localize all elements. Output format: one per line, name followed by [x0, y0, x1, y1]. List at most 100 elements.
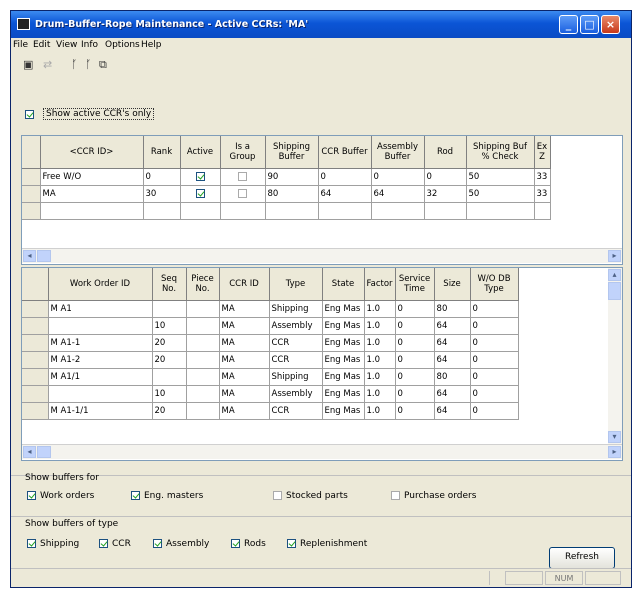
cell-service-time[interactable]: 0: [395, 385, 435, 403]
scroll-thumb[interactable]: [608, 282, 621, 300]
cell-rod[interactable]: 32: [424, 185, 467, 203]
cell-wo-db-type[interactable]: 0: [470, 334, 519, 352]
scroll-thumb[interactable]: [37, 446, 51, 458]
cell-piece-no[interactable]: [186, 317, 220, 335]
row-header[interactable]: [22, 334, 49, 352]
cell-work-order-id[interactable]: M A1-1: [48, 334, 153, 352]
col-piece-no[interactable]: Piece No.: [186, 268, 220, 301]
cell-empty[interactable]: [534, 202, 551, 220]
col-ccr-buffer[interactable]: CCR Buffer: [318, 136, 372, 169]
cell-seq-no[interactable]: 10: [152, 317, 187, 335]
cell-ccr-id[interactable]: MA: [219, 334, 270, 352]
cell-state[interactable]: Eng Mas: [322, 351, 365, 369]
col-wo-db-type[interactable]: W/O DB Type: [470, 268, 519, 301]
cell-ccr-id[interactable]: MA: [219, 385, 270, 403]
cell-piece-no[interactable]: [186, 385, 220, 403]
row-header[interactable]: [22, 300, 49, 318]
cell-factor[interactable]: 1.0: [364, 402, 396, 420]
col-assembly-buffer[interactable]: Assembly Buffer: [371, 136, 425, 169]
maximize-button[interactable]: □: [580, 15, 599, 34]
cell-empty[interactable]: [180, 202, 221, 220]
cell-service-time[interactable]: 0: [395, 351, 435, 369]
row-header[interactable]: [22, 202, 41, 220]
table-row[interactable]: M A1/1 MA Shipping Eng Mas 1.0 0 80 0: [22, 368, 519, 386]
stocked-parts-checkbox[interactable]: [273, 491, 282, 500]
cell-ccr-id[interactable]: Free W/O: [40, 168, 144, 186]
cell-size[interactable]: 64: [434, 402, 471, 420]
ccr-horizontal-scrollbar[interactable]: ◂ ▸: [22, 248, 622, 263]
col-rod[interactable]: Rod: [424, 136, 467, 169]
cell-service-time[interactable]: 0: [395, 402, 435, 420]
cell-empty[interactable]: [40, 202, 144, 220]
cell-factor[interactable]: 1.0: [364, 317, 396, 335]
close-button[interactable]: ×: [601, 15, 620, 34]
option-work-orders[interactable]: Work orders: [27, 491, 94, 501]
col-work-order-id[interactable]: Work Order ID: [48, 268, 153, 301]
cell-ccr-id[interactable]: MA: [219, 317, 270, 335]
row-header[interactable]: [22, 368, 49, 386]
cell-piece-no[interactable]: [186, 300, 220, 318]
cell-type[interactable]: Assembly: [269, 385, 323, 403]
active-only-checkbox[interactable]: [25, 110, 34, 119]
cell-empty[interactable]: [220, 202, 266, 220]
cell-ccr-id[interactable]: MA: [219, 402, 270, 420]
cell-wo-db-type[interactable]: 0: [470, 300, 519, 318]
cell-type[interactable]: Shipping: [269, 368, 323, 386]
menu-edit[interactable]: Edit: [33, 40, 50, 50]
cell-ccr-id[interactable]: MA: [219, 351, 270, 369]
scroll-right-icon[interactable]: ▸: [608, 446, 621, 458]
cell-assembly-buffer[interactable]: 0: [371, 168, 425, 186]
cell-state[interactable]: Eng Mas: [322, 368, 365, 386]
row-header[interactable]: [22, 402, 49, 420]
option-replenishment[interactable]: Replenishment: [287, 539, 367, 549]
cell-rank[interactable]: 0: [143, 168, 181, 186]
col-factor[interactable]: Factor: [364, 268, 396, 301]
cell-is-group[interactable]: [220, 168, 266, 186]
scroll-left-icon[interactable]: ◂: [23, 446, 36, 458]
cell-type[interactable]: Shipping: [269, 300, 323, 318]
table-row[interactable]: Free W/O 0 90 0 0 0 50 33: [22, 168, 551, 186]
shipping-checkbox[interactable]: [27, 539, 36, 548]
cell-type[interactable]: CCR: [269, 334, 323, 352]
row-header[interactable]: [22, 168, 41, 186]
cell-seq-no[interactable]: 20: [152, 334, 187, 352]
col-ex[interactable]: Ex Z: [534, 136, 551, 169]
col-active[interactable]: Active: [180, 136, 221, 169]
app-icon[interactable]: [17, 18, 30, 30]
cell-empty[interactable]: [466, 202, 535, 220]
cell-piece-no[interactable]: [186, 334, 220, 352]
assembly-checkbox[interactable]: [153, 539, 162, 548]
cell-size[interactable]: 64: [434, 385, 471, 403]
table-row[interactable]: 10 MA Assembly Eng Mas 1.0 0 64 0: [22, 317, 519, 335]
cell-wo-db-type[interactable]: 0: [470, 385, 519, 403]
active-checkbox[interactable]: [195, 172, 205, 181]
cell-rank[interactable]: 30: [143, 185, 181, 203]
cell-wo-db-type[interactable]: 0: [470, 402, 519, 420]
col-seq-no[interactable]: Seq No.: [152, 268, 187, 301]
table-row[interactable]: MA 30 80 64 64 32 50 33: [22, 185, 551, 203]
rods-checkbox[interactable]: [231, 539, 240, 548]
cell-wo-db-type[interactable]: 0: [470, 351, 519, 369]
scroll-left-icon[interactable]: ◂: [23, 250, 36, 262]
col-service-time[interactable]: Service Time: [395, 268, 435, 301]
cell-piece-no[interactable]: [186, 368, 220, 386]
cell-work-order-id[interactable]: M A1-2: [48, 351, 153, 369]
cell-factor[interactable]: 1.0: [364, 368, 396, 386]
cell-type[interactable]: CCR: [269, 351, 323, 369]
row-header[interactable]: [22, 351, 49, 369]
is-group-checkbox[interactable]: [238, 189, 247, 198]
cell-state[interactable]: Eng Mas: [322, 385, 365, 403]
option-rods[interactable]: Rods: [231, 539, 266, 549]
menu-options[interactable]: Options: [105, 40, 140, 50]
minimize-button[interactable]: _: [559, 15, 578, 34]
col-state[interactable]: State: [322, 268, 365, 301]
cell-rod[interactable]: 0: [424, 168, 467, 186]
work-orders-checkbox[interactable]: [27, 491, 36, 500]
cell-size[interactable]: 64: [434, 334, 471, 352]
row-header[interactable]: [22, 317, 49, 335]
col-type[interactable]: Type: [269, 268, 323, 301]
cell-wo-db-type[interactable]: 0: [470, 368, 519, 386]
title-bar[interactable]: Drum-Buffer-Rope Maintenance - Active CC…: [11, 11, 631, 38]
save-icon[interactable]: ▣: [23, 58, 33, 74]
cell-service-time[interactable]: 0: [395, 317, 435, 335]
